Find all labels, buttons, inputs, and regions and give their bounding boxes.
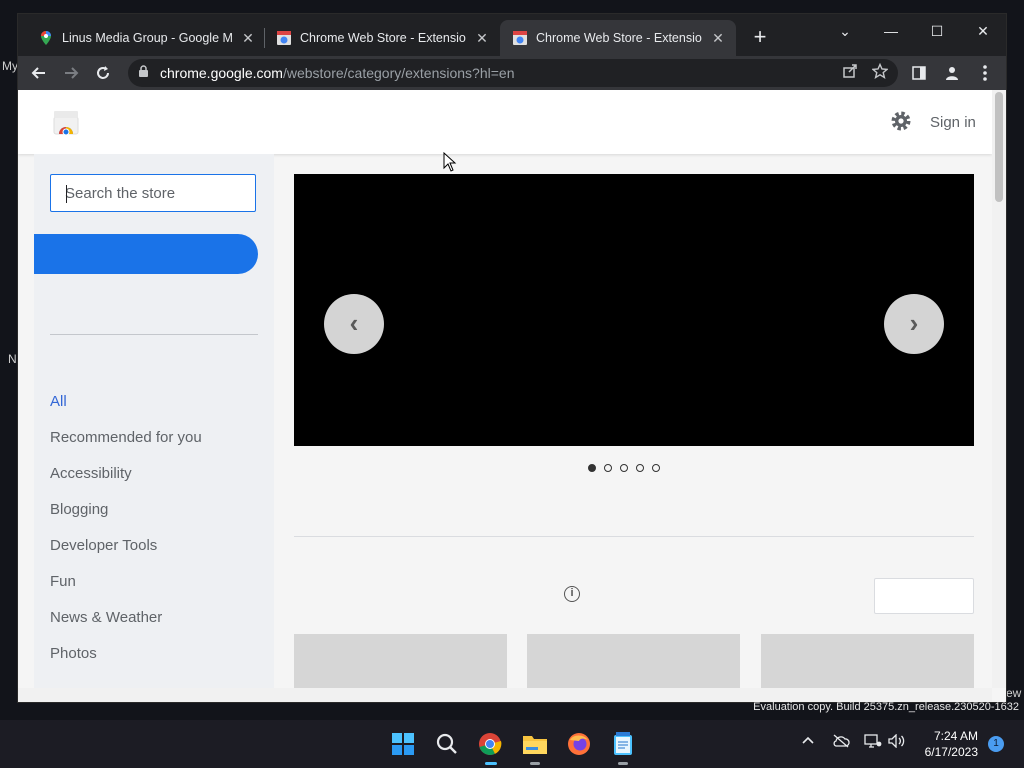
tab-linus-media-group[interactable]: Linus Media Group - Google Ma ✕ xyxy=(26,20,266,56)
category-developer-tools[interactable]: Developer Tools xyxy=(50,534,202,570)
category-recommended[interactable]: Recommended for you xyxy=(50,426,202,462)
section-divider xyxy=(294,536,974,537)
tab-close-icon[interactable]: ✕ xyxy=(240,30,256,47)
file-explorer-icon[interactable] xyxy=(521,730,549,758)
windows-start-icon[interactable] xyxy=(389,730,417,758)
category-sidebar: All Recommended for you Accessibility Bl… xyxy=(34,154,274,688)
minimize-button[interactable]: — xyxy=(868,18,914,44)
app-indicator xyxy=(530,762,540,765)
tab-title: Chrome Web Store - Extensions xyxy=(536,31,702,45)
carousel-pagination xyxy=(588,464,660,472)
tab-chrome-web-store-active[interactable]: Chrome Web Store - Extensions ✕ xyxy=(500,20,736,56)
lock-icon xyxy=(138,65,152,81)
notepad-icon[interactable] xyxy=(609,730,637,758)
network-icon[interactable] xyxy=(864,734,882,751)
back-arrow-icon[interactable] xyxy=(26,60,52,86)
carousel-dot[interactable] xyxy=(652,464,660,472)
extension-tile-placeholder[interactable] xyxy=(761,634,974,688)
close-window-button[interactable]: ✕ xyxy=(960,18,1006,44)
carousel-prev-arrow-icon[interactable]: ‹ xyxy=(324,294,384,354)
app-indicator xyxy=(618,762,628,765)
tab-close-icon[interactable]: ✕ xyxy=(474,30,490,47)
extension-tile-placeholder[interactable] xyxy=(294,634,507,688)
carousel-dot[interactable] xyxy=(588,464,596,472)
category-photos[interactable]: Photos xyxy=(50,642,202,678)
share-icon[interactable] xyxy=(842,63,858,83)
chrome-window: Linus Media Group - Google Ma ✕ Chrome W… xyxy=(18,14,1006,702)
category-news-weather[interactable]: News & Weather xyxy=(50,606,202,642)
main-content: ‹ › i xyxy=(294,154,974,688)
info-icon[interactable]: i xyxy=(564,586,580,602)
horizontal-scrollbar[interactable] xyxy=(18,688,992,702)
web-store-page: Sign in All Recommended for you Accessib… xyxy=(18,90,992,688)
featured-carousel[interactable]: ‹ › xyxy=(294,174,974,446)
notification-badge[interactable]: 1 xyxy=(988,736,1004,752)
category-accessibility[interactable]: Accessibility xyxy=(50,462,202,498)
category-all[interactable]: All xyxy=(50,390,202,426)
url-path: /webstore/category/extensions?hl=en xyxy=(282,65,515,81)
vertical-scrollbar[interactable] xyxy=(992,90,1006,688)
search-icon[interactable] xyxy=(433,730,461,758)
tab-chrome-web-store[interactable]: Chrome Web Store - Extensions ✕ xyxy=(264,20,500,56)
tab-title: Linus Media Group - Google Ma xyxy=(62,31,232,45)
maximize-button[interactable]: ☐ xyxy=(914,18,960,44)
maps-pin-icon xyxy=(41,31,51,45)
category-blogging[interactable]: Blogging xyxy=(50,498,202,534)
category-list: All Recommended for you Accessibility Bl… xyxy=(50,390,202,678)
active-app-indicator xyxy=(485,762,497,765)
sidebar-divider xyxy=(50,334,258,335)
search-input[interactable] xyxy=(50,174,256,212)
tab-close-icon[interactable]: ✕ xyxy=(710,30,726,47)
carousel-next-arrow-icon[interactable]: › xyxy=(884,294,944,354)
tab-title: Chrome Web Store - Extensions xyxy=(300,31,466,45)
carousel-dot[interactable] xyxy=(604,464,612,472)
store-header: Sign in xyxy=(18,90,992,154)
extensions-filter-button[interactable] xyxy=(34,234,258,274)
chrome-taskbar-icon[interactable] xyxy=(476,730,504,758)
volume-icon[interactable] xyxy=(888,733,906,751)
extension-tile-placeholder[interactable] xyxy=(527,634,740,688)
category-fun[interactable]: Fun xyxy=(50,570,202,606)
mouse-cursor-icon xyxy=(443,152,457,172)
firefox-icon[interactable] xyxy=(565,730,593,758)
new-tab-button[interactable]: + xyxy=(748,26,772,50)
text-cursor xyxy=(66,185,67,203)
clock-date: 6/17/2023 xyxy=(924,745,978,759)
sign-in-link[interactable]: Sign in xyxy=(930,114,976,131)
browser-toolbar: chrome.google.com/webstore/category/exte… xyxy=(18,56,1006,90)
taskbar: 7:24 AM 6/17/2023 1 xyxy=(0,720,1024,768)
reload-icon[interactable] xyxy=(90,60,116,86)
tab-strip: Linus Media Group - Google Ma ✕ Chrome W… xyxy=(18,14,1006,56)
carousel-dot[interactable] xyxy=(636,464,644,472)
tab-search-dropdown-icon[interactable]: ⌄ xyxy=(822,18,868,44)
url-host: chrome.google.com xyxy=(160,65,283,81)
web-store-icon xyxy=(277,31,291,45)
web-store-icon xyxy=(513,31,527,45)
carousel-dot[interactable] xyxy=(620,464,628,472)
profile-avatar-icon[interactable] xyxy=(939,60,965,86)
view-all-button[interactable] xyxy=(874,578,974,614)
scrollbar-thumb[interactable] xyxy=(995,92,1003,202)
chrome-web-store-logo[interactable] xyxy=(52,108,80,136)
onedrive-offline-icon[interactable] xyxy=(832,734,850,751)
desktop-fragment: N xyxy=(8,352,17,366)
bookmark-star-icon[interactable] xyxy=(871,62,889,83)
clock-time: 7:24 AM xyxy=(933,729,978,743)
system-clock[interactable]: 7:24 AM 6/17/2023 xyxy=(925,728,978,760)
forward-arrow-icon[interactable] xyxy=(58,60,84,86)
address-bar[interactable]: chrome.google.com/webstore/category/exte… xyxy=(128,59,898,87)
kebab-menu-icon[interactable] xyxy=(972,60,998,86)
desktop-fragment: ew xyxy=(1006,686,1022,700)
evaluation-watermark: Evaluation copy. Build 25375.zn_release.… xyxy=(753,701,1019,713)
settings-gear-icon[interactable] xyxy=(890,110,914,134)
desktop-fragment: My xyxy=(2,59,18,73)
tray-overflow-chevron-icon[interactable] xyxy=(802,734,814,750)
side-panel-icon[interactable] xyxy=(906,60,932,86)
